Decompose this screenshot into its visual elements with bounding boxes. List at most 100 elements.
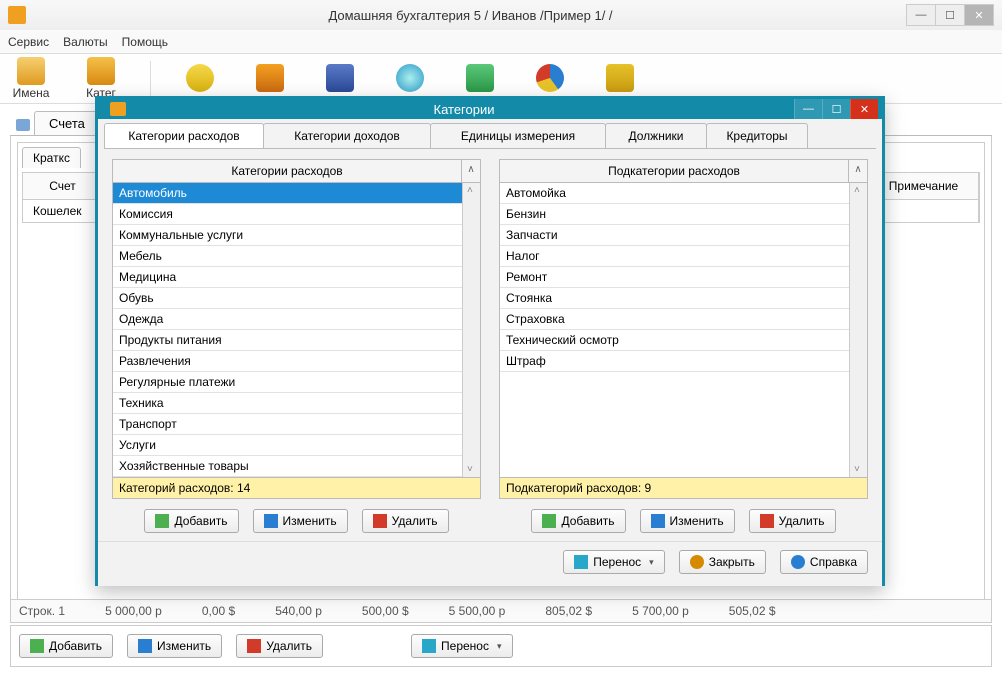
tab-units[interactable]: Единицы измерения	[430, 123, 606, 148]
category-item[interactable]: Автомобиль	[113, 183, 462, 204]
main-move-button[interactable]: Перенос▾	[411, 634, 512, 658]
main-add-button[interactable]: Добавить	[19, 634, 113, 658]
subcategory-item[interactable]: Бензин	[500, 204, 849, 225]
summary-v7: 5 700,00 р	[632, 604, 689, 618]
col-note: Примечание	[869, 173, 979, 199]
subcategories-delete-button[interactable]: Удалить	[749, 509, 836, 533]
toolbar-separator	[150, 61, 151, 97]
categories-list-sort-icon[interactable]: ∧	[462, 160, 480, 182]
main-delete-label: Удалить	[266, 639, 312, 653]
categories-scrollbar[interactable]	[462, 183, 480, 477]
subcategory-item[interactable]: Стоянка	[500, 288, 849, 309]
toolbar-chart[interactable]	[529, 64, 571, 93]
toolbar-wallet[interactable]	[249, 64, 291, 93]
subcategory-item[interactable]: Технический осмотр	[500, 330, 849, 351]
categories-list-items[interactable]: АвтомобильКомиссияКоммунальные услугиМеб…	[113, 183, 462, 477]
edit-icon	[138, 639, 152, 653]
category-item[interactable]: Медицина	[113, 267, 462, 288]
summary-v8: 505,02 $	[729, 604, 776, 618]
category-item[interactable]: Развлечения	[113, 351, 462, 372]
categories-icon	[87, 57, 115, 85]
categories-list-body: АвтомобильКомиссияКоммунальные услугиМеб…	[112, 183, 481, 478]
subcategories-list-items[interactable]: АвтомойкаБензинЗапчастиНалогРемонтСтоянк…	[500, 183, 849, 477]
main-window-buttons: — ☐ ✕	[907, 4, 994, 26]
piechart-icon	[536, 64, 564, 92]
menu-service[interactable]: Сервис	[8, 35, 49, 49]
delete-icon	[760, 514, 774, 528]
categories-edit-button[interactable]: Изменить	[253, 509, 348, 533]
categories-add-button[interactable]: Добавить	[144, 509, 238, 533]
main-edit-button[interactable]: Изменить	[127, 634, 222, 658]
help-icon	[791, 555, 805, 569]
subcategory-item[interactable]: Автомойка	[500, 183, 849, 204]
dialog-maximize-button[interactable]: ☐	[822, 99, 850, 119]
summary-v5: 5 500,00 р	[449, 604, 506, 618]
categories-delete-button[interactable]: Удалить	[362, 509, 449, 533]
chevron-down-icon: ▾	[497, 641, 502, 652]
category-item[interactable]: Хозяйственные товары	[113, 456, 462, 477]
category-item[interactable]: Техника	[113, 393, 462, 414]
subcategories-list-body: АвтомойкаБензинЗапчастиНалогРемонтСтоянк…	[499, 183, 868, 478]
spacer	[337, 634, 397, 658]
categories-list-footer: Категорий расходов: 14	[112, 478, 481, 499]
summary-v6: 805,02 $	[545, 604, 592, 618]
category-item[interactable]: Регулярные платежи	[113, 372, 462, 393]
dialog-window-buttons: — ☐ ✕	[794, 99, 878, 119]
category-item[interactable]: Коммунальные услуги	[113, 225, 462, 246]
dialog-move-button[interactable]: Перенос▾	[563, 550, 664, 574]
toolbar-search[interactable]	[389, 64, 431, 93]
subcategories-list-sort-icon[interactable]: ∧	[849, 160, 867, 182]
subcategory-item[interactable]: Запчасти	[500, 225, 849, 246]
maximize-button[interactable]: ☐	[935, 4, 965, 26]
subcategories-add-label: Добавить	[561, 514, 614, 528]
category-item[interactable]: Услуги	[113, 435, 462, 456]
toolbar-calculator[interactable]	[319, 64, 361, 93]
category-item[interactable]: Обувь	[113, 288, 462, 309]
inner-tab-short[interactable]: Краткс	[22, 147, 81, 168]
menubar: Сервис Валюты Помощь	[0, 30, 1002, 54]
dialog-help-button[interactable]: Справка	[780, 550, 868, 574]
tab-income-categories[interactable]: Категории доходов	[263, 123, 431, 148]
main-bottom-buttons: Добавить Изменить Удалить Перенос▾	[10, 625, 992, 667]
subcategories-edit-button[interactable]: Изменить	[640, 509, 735, 533]
plus-icon	[542, 514, 556, 528]
plus-icon	[155, 514, 169, 528]
row-note	[869, 200, 979, 222]
category-item[interactable]: Одежда	[113, 309, 462, 330]
toolbar-names[interactable]: Имена	[10, 57, 52, 100]
category-item[interactable]: Транспорт	[113, 414, 462, 435]
menu-help[interactable]: Помощь	[122, 35, 168, 49]
subcategory-item[interactable]: Штраф	[500, 351, 849, 372]
main-delete-button[interactable]: Удалить	[236, 634, 323, 658]
edit-icon	[651, 514, 665, 528]
tab-icon	[16, 119, 30, 131]
close-button[interactable]: ✕	[964, 4, 994, 26]
subcategory-item[interactable]: Страховка	[500, 309, 849, 330]
tab-debtors[interactable]: Должники	[605, 123, 707, 148]
tab-creditors[interactable]: Кредиторы	[706, 123, 808, 148]
subcategories-scrollbar[interactable]	[849, 183, 867, 477]
tab-expense-categories[interactable]: Категории расходов	[104, 123, 264, 148]
dialog-folder-icon	[110, 102, 126, 116]
toolbar-categories[interactable]: Катег	[80, 57, 122, 100]
summary-label: Строк. 1	[19, 604, 65, 618]
category-item[interactable]: Мебель	[113, 246, 462, 267]
subcategory-item[interactable]: Налог	[500, 246, 849, 267]
dialog-help-label: Справка	[810, 555, 857, 569]
categories-list-title: Категории расходов	[113, 160, 462, 182]
category-item[interactable]: Продукты питания	[113, 330, 462, 351]
dialog-minimize-button[interactable]: —	[794, 99, 822, 119]
dialog-close-action-button[interactable]: Закрыть	[679, 550, 766, 574]
category-item[interactable]: Комиссия	[113, 204, 462, 225]
toolbar-tool[interactable]	[599, 64, 641, 93]
tab-accounts[interactable]: Счета	[34, 111, 100, 135]
minimize-button[interactable]: —	[906, 4, 936, 26]
dollar-icon	[186, 64, 214, 92]
dialog-close-button[interactable]: ✕	[850, 99, 878, 119]
subcategories-add-button[interactable]: Добавить	[531, 509, 625, 533]
toolbar-export[interactable]	[459, 64, 501, 93]
menu-currencies[interactable]: Валюты	[63, 35, 108, 49]
toolbar-currency[interactable]	[179, 64, 221, 93]
export-icon	[466, 64, 494, 92]
subcategory-item[interactable]: Ремонт	[500, 267, 849, 288]
